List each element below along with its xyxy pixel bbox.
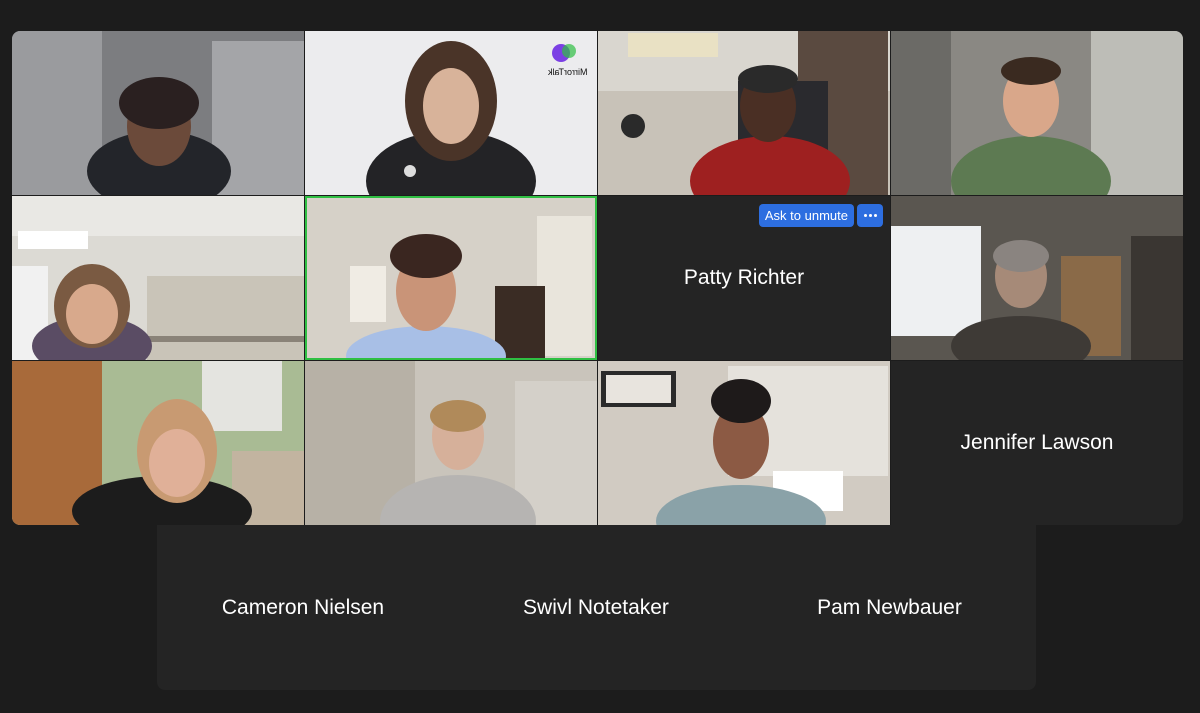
participant-name-tile[interactable]: Cameron Nielsen	[157, 525, 449, 690]
participant-name: Jennifer Lawson	[960, 431, 1114, 454]
participant-video-tile[interactable]	[12, 31, 304, 195]
gallery-view: MirrorTalk Ask to unmute Patty Richter J…	[0, 0, 1200, 713]
participant-video	[891, 196, 1183, 360]
participant-video	[12, 196, 304, 360]
active-speaker-video-tile[interactable]	[305, 196, 597, 360]
participant-name-tile[interactable]: Pam Newbauer	[743, 525, 1036, 690]
participant-video-tile[interactable]: MirrorTalk	[305, 31, 597, 195]
participant-video-tile[interactable]	[305, 361, 597, 525]
participant-video	[891, 31, 1183, 195]
participant-video-tile[interactable]	[598, 361, 890, 525]
participant-video	[598, 31, 890, 195]
participant-video	[12, 361, 304, 525]
bottom-participant-row: Cameron Nielsen Swivl Notetaker Pam Newb…	[157, 525, 1036, 690]
participant-video-tile[interactable]	[891, 31, 1183, 195]
participant-video-tile[interactable]	[12, 361, 304, 525]
mirrortalk-logo: MirrorTalk	[547, 67, 588, 77]
participant-video	[305, 31, 597, 195]
participant-name-tile[interactable]: Swivl Notetaker	[450, 525, 742, 690]
participant-name-tile[interactable]: Ask to unmute Patty Richter	[598, 196, 890, 360]
participant-name: Patty Richter	[683, 266, 805, 289]
participant-video-tile[interactable]	[891, 196, 1183, 360]
participant-video	[12, 31, 304, 195]
participant-video-tile[interactable]	[598, 31, 890, 195]
participant-video	[598, 361, 890, 525]
participant-name-tile[interactable]: Jennifer Lawson	[891, 361, 1183, 525]
participant-video	[305, 196, 597, 360]
participant-video	[305, 361, 597, 525]
participant-video-tile[interactable]	[12, 196, 304, 360]
